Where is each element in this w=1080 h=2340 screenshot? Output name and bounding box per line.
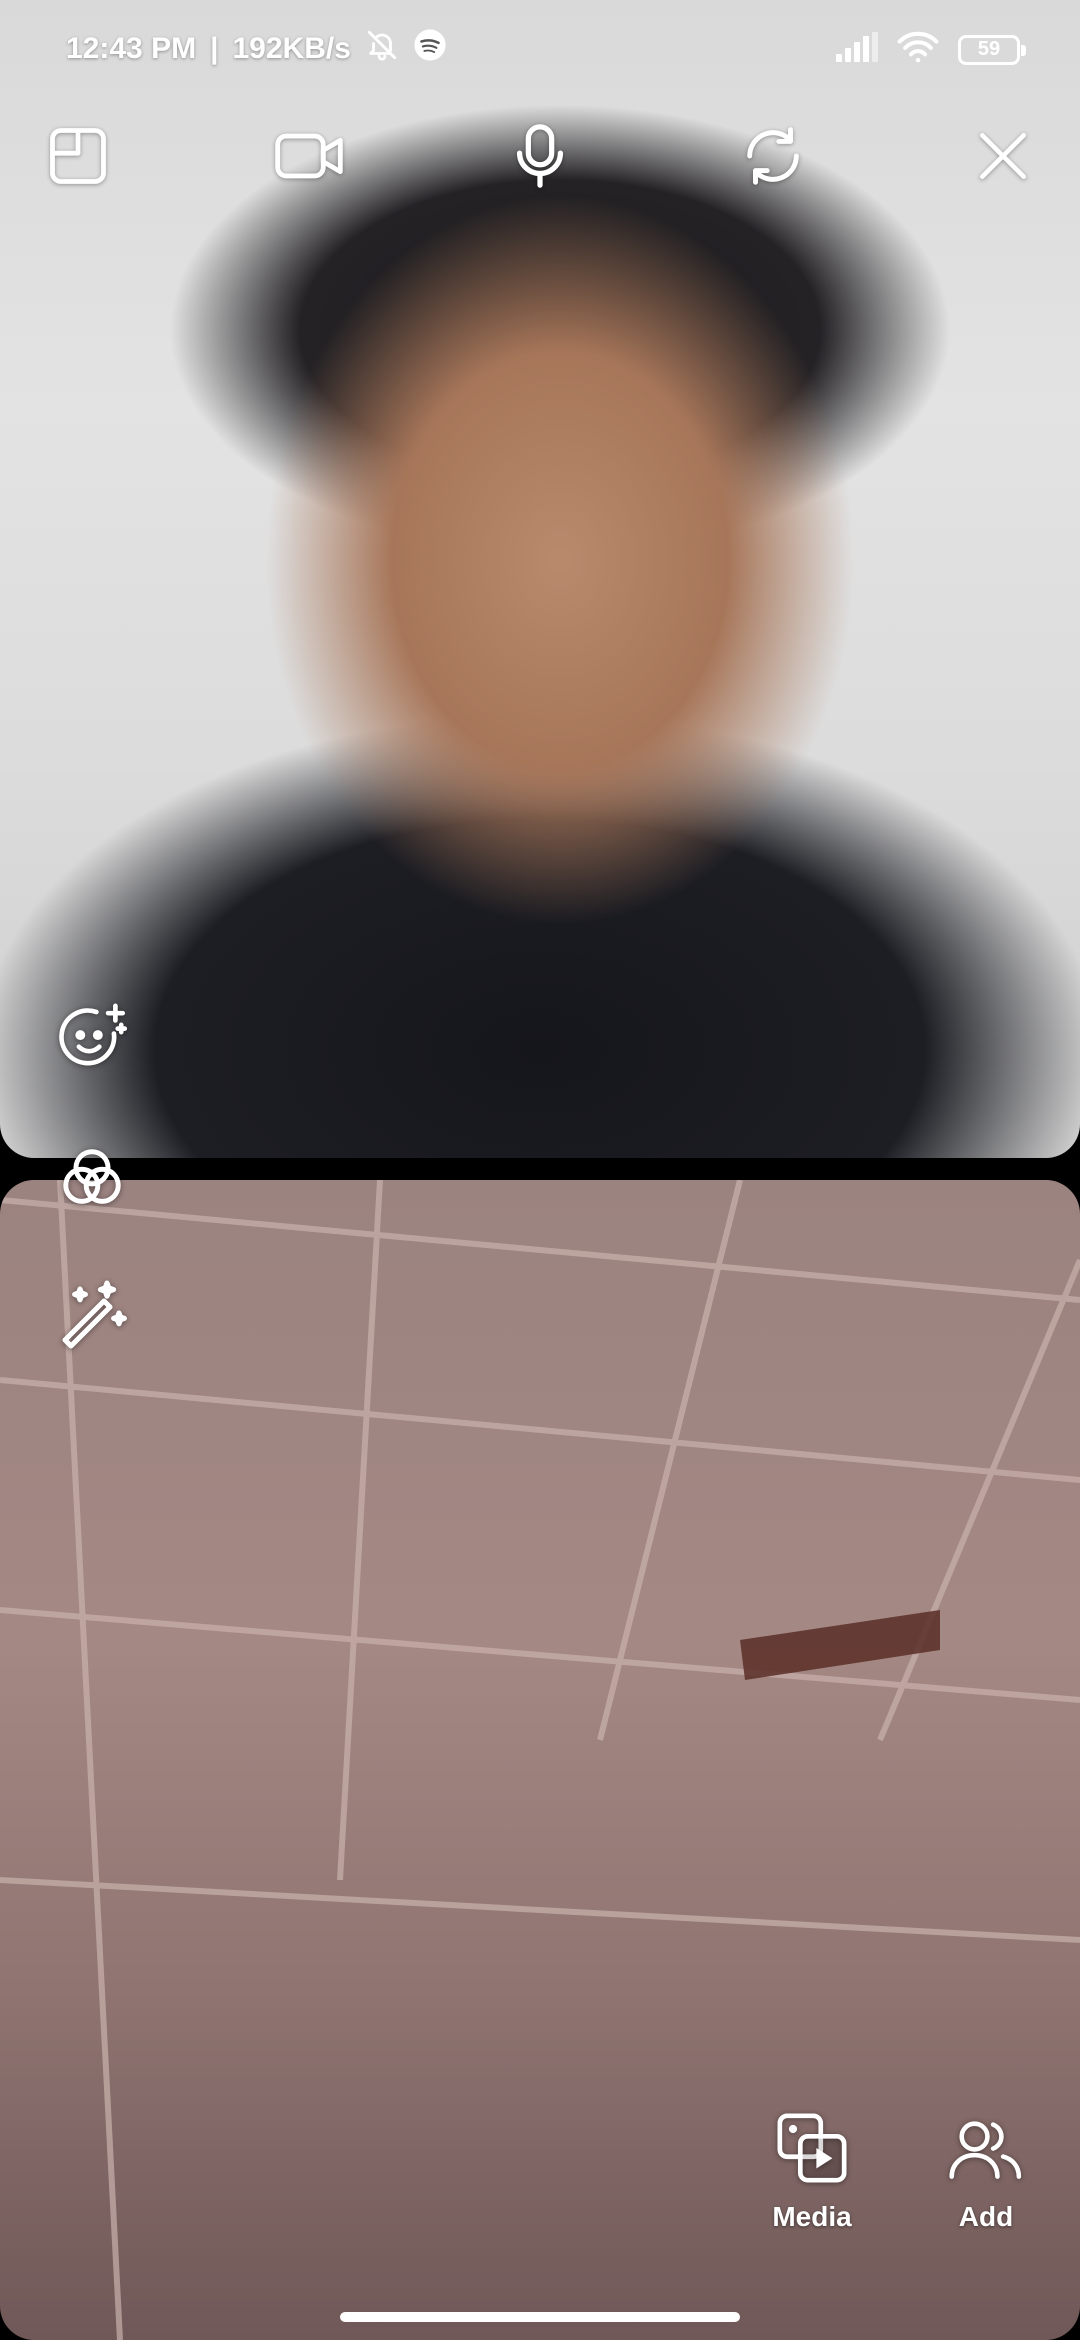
- add-label: Add: [958, 2201, 1014, 2232]
- end-call-button[interactable]: [963, 118, 1043, 198]
- switch-camera-icon: [738, 121, 808, 196]
- microphone-icon: [510, 121, 570, 196]
- video-call-screen: 12:43 PM | 192KB/s 59 Media Add: [0, 0, 1080, 2340]
- ceiling-background: [0, 1180, 1080, 2340]
- layout-button[interactable]: [38, 118, 118, 198]
- status-left: 12:43 PM | 192KB/s: [66, 28, 447, 70]
- layout-icon: [44, 122, 112, 195]
- microphone-button[interactable]: [500, 118, 580, 198]
- home-indicator[interactable]: [340, 2312, 740, 2322]
- status-right: 59: [836, 30, 1026, 69]
- magic-wand-icon: [56, 1277, 128, 1354]
- call-controls: [0, 118, 1080, 198]
- signal-icon: [836, 32, 878, 67]
- filters-icon: [57, 1143, 127, 1218]
- switch-camera-button[interactable]: [733, 118, 813, 198]
- media-button[interactable]: Media: [752, 2110, 872, 2233]
- self-video[interactable]: [0, 1180, 1080, 2340]
- status-time: 12:43 PM: [66, 32, 197, 65]
- video-camera-icon: [272, 124, 346, 193]
- video-toggle-button[interactable]: [269, 118, 349, 198]
- network-speed: 192KB/s: [232, 32, 351, 65]
- face-effects-icon: [54, 1000, 130, 1081]
- add-people-icon: [946, 2110, 1026, 2191]
- wifi-icon: [896, 30, 940, 69]
- battery-level: 59: [977, 38, 1001, 60]
- filters-button[interactable]: [52, 1140, 132, 1220]
- close-icon: [972, 125, 1034, 192]
- spotify-icon: [413, 28, 447, 70]
- magic-effects-button[interactable]: [52, 1275, 132, 1355]
- battery-icon: 59: [958, 34, 1026, 65]
- status-bar: 12:43 PM | 192KB/s 59: [0, 0, 1080, 100]
- add-participant-button[interactable]: Add: [926, 2110, 1046, 2233]
- media-label: Media: [772, 2201, 852, 2232]
- status-separator: |: [210, 32, 219, 65]
- face-effects-button[interactable]: [52, 1000, 132, 1080]
- media-icon: [774, 2110, 850, 2191]
- bell-off-icon: [365, 28, 399, 70]
